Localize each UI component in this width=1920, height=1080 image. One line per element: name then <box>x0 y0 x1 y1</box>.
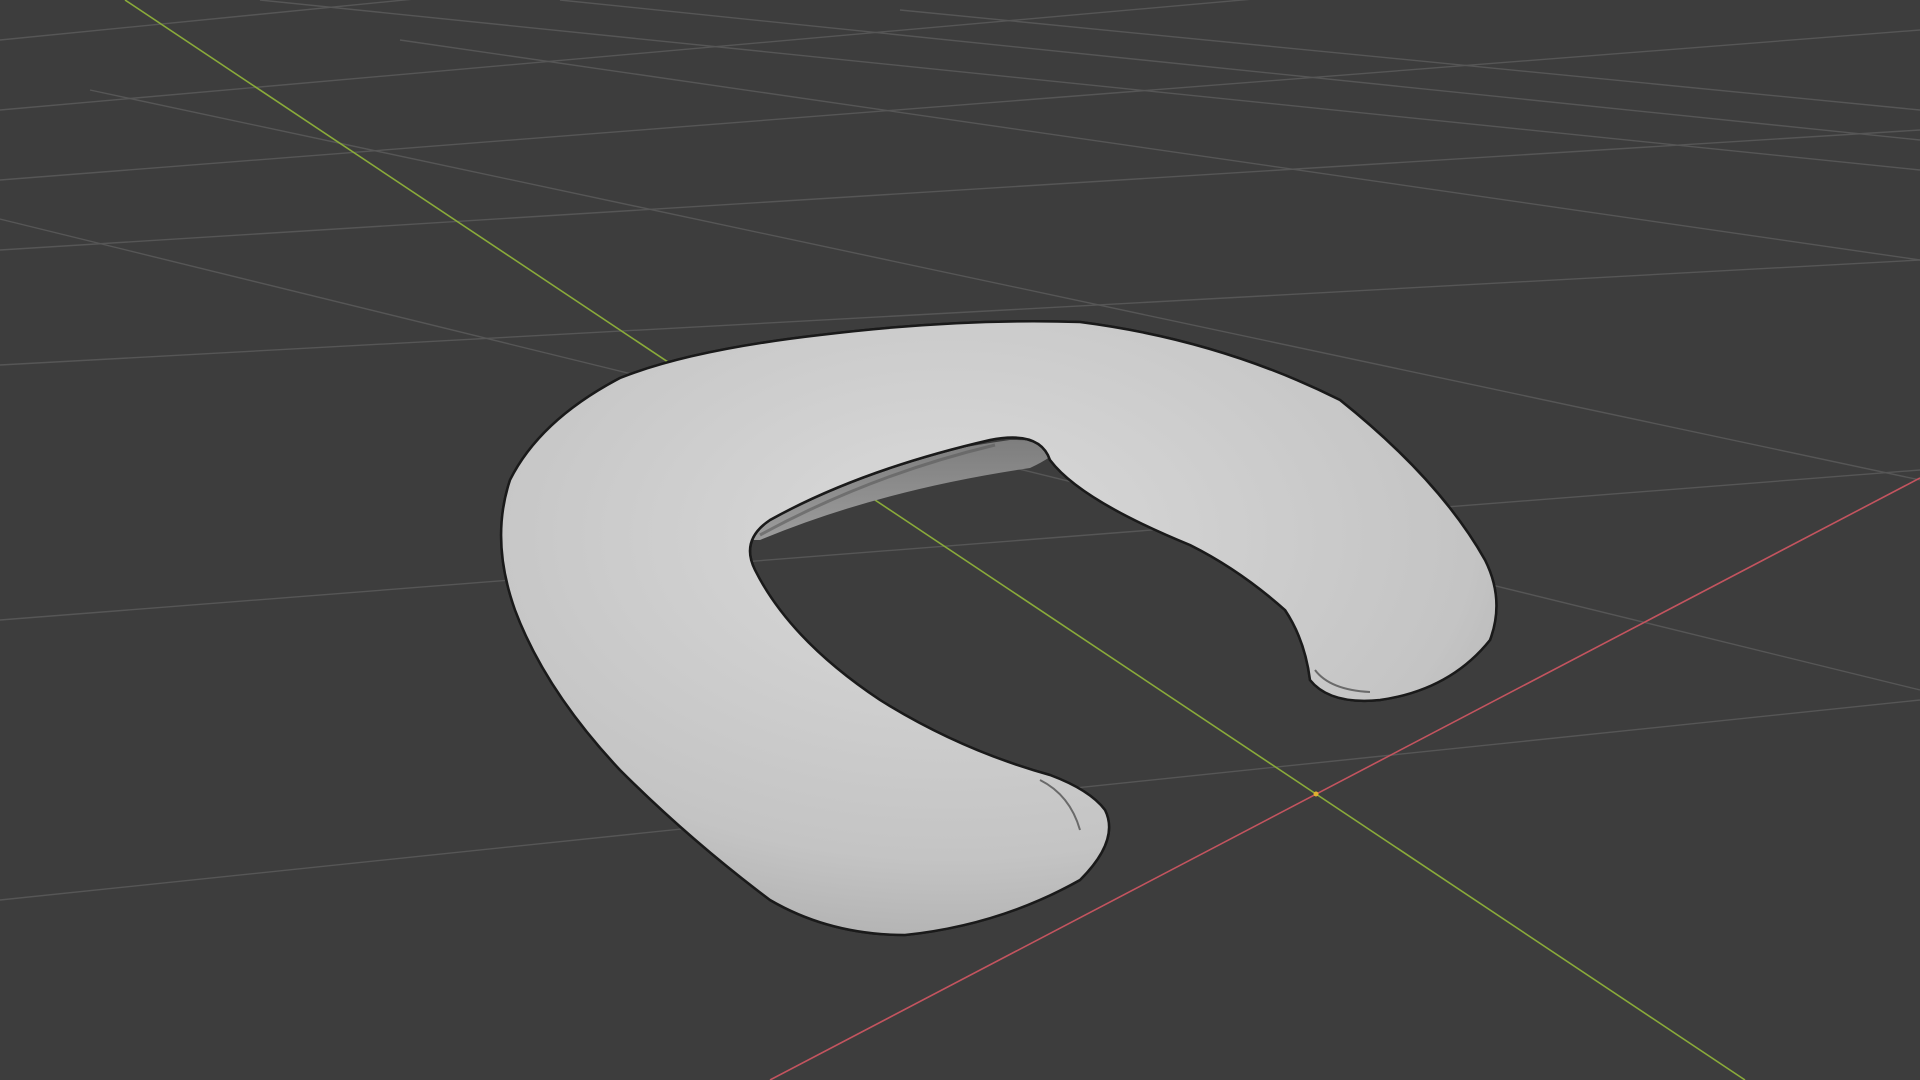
neck-pillow-mesh[interactable] <box>499 319 1498 937</box>
world-origin-dot <box>1313 791 1319 797</box>
viewport-canvas[interactable] <box>0 0 1920 1080</box>
3d-viewport[interactable] <box>0 0 1920 1080</box>
